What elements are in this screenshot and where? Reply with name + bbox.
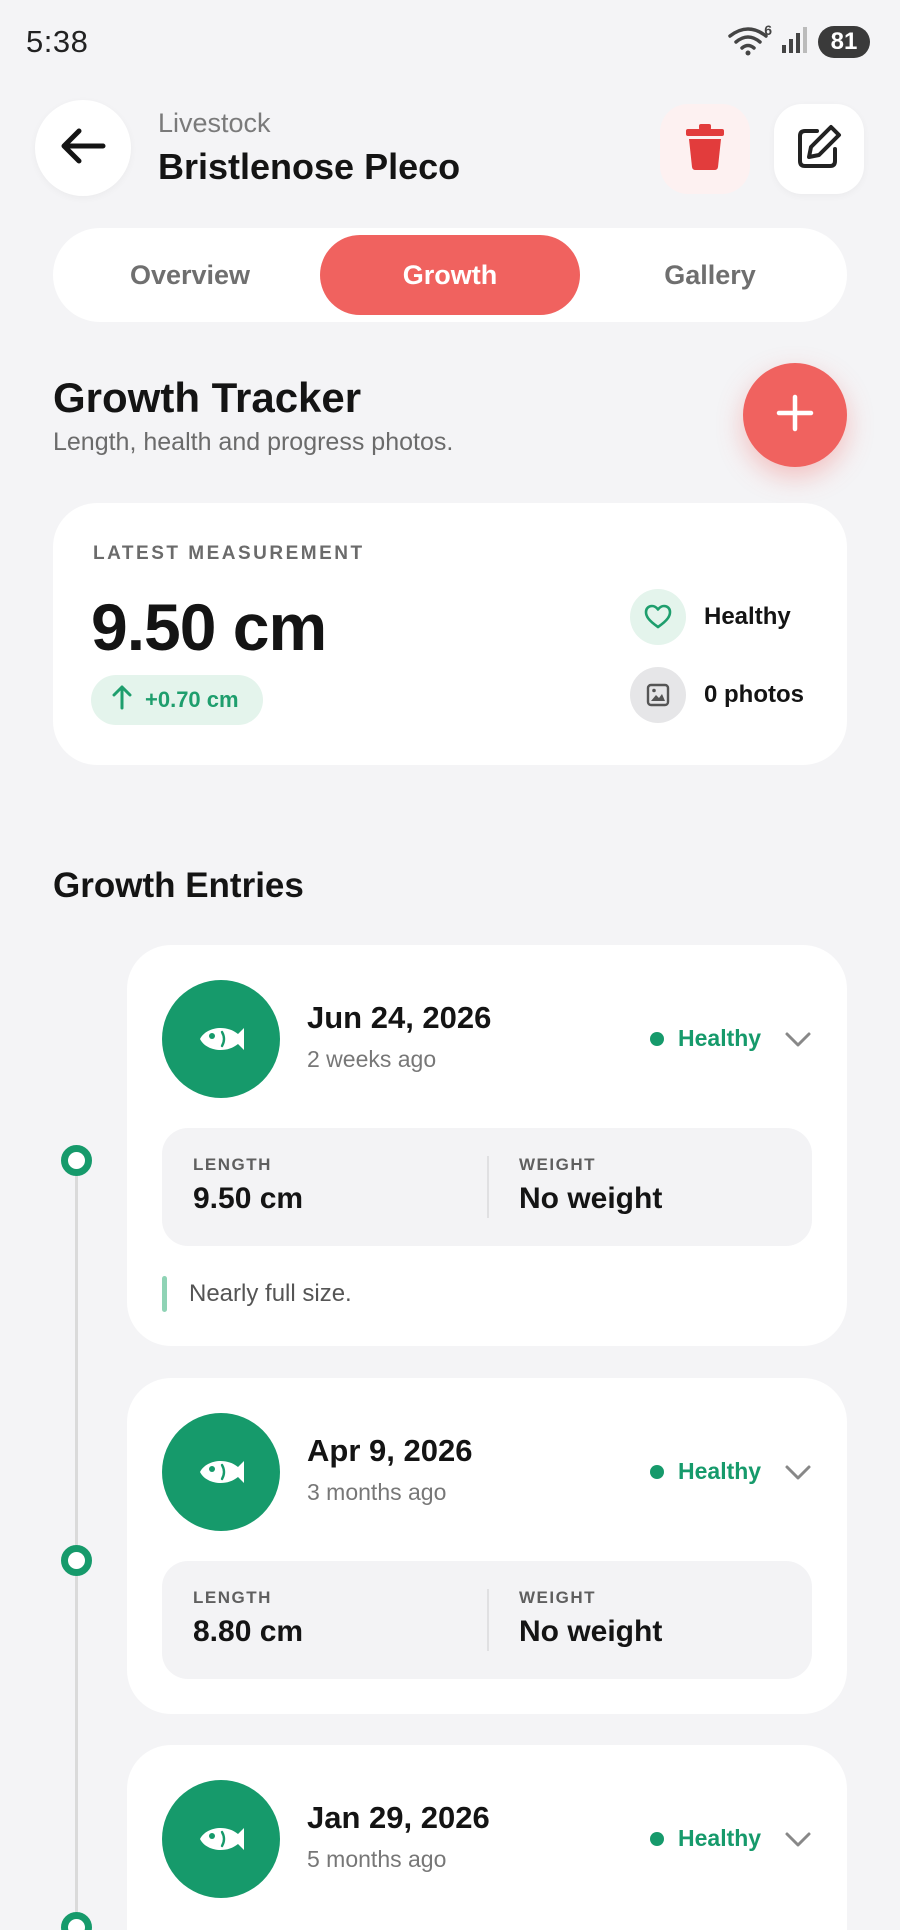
timeline-dot — [61, 1145, 92, 1176]
length-label: LENGTH — [193, 1588, 272, 1607]
status-time: 5:38 — [26, 24, 89, 59]
entry-date: Jan 29, 2026 — [307, 1800, 490, 1835]
tab-overview[interactable]: Overview — [60, 235, 320, 315]
wifi-badge: 6 — [764, 22, 772, 38]
section-subtitle: Length, health and progress photos. — [53, 428, 454, 456]
entries-title: Growth Entries — [53, 866, 304, 905]
growth-delta-badge: +0.70 cm — [91, 675, 263, 725]
status-dot — [650, 1031, 664, 1046]
health-status-label: Healthy — [678, 1025, 762, 1051]
edit-icon — [795, 123, 843, 176]
health-stat: Healthy — [630, 589, 791, 645]
health-status: Healthy — [650, 1025, 761, 1052]
growth-delta-value: +0.70 cm — [145, 687, 239, 712]
tab-bar: Overview Growth Gallery — [53, 228, 847, 322]
timeline-dot — [61, 1545, 92, 1576]
heart-icon — [630, 589, 686, 645]
entry-note-text: Nearly full size. — [189, 1280, 352, 1307]
chevron-down-icon[interactable] — [783, 1825, 813, 1855]
arrow-up-icon — [111, 684, 133, 716]
photos-stat-label: 0 photos — [704, 681, 804, 708]
add-entry-button[interactable] — [743, 363, 847, 467]
entry-relative-time: 2 weeks ago — [307, 1046, 437, 1072]
weight-value: No weight — [519, 1615, 663, 1648]
latest-measurement-card: LATEST MEASUREMENT 9.50 cm +0.70 cm Heal… — [53, 503, 847, 765]
photos-stat: 0 photos — [630, 667, 804, 723]
health-status: Healthy — [650, 1458, 761, 1485]
entry-metrics: LENGTH 8.80 cm WEIGHT No weight — [162, 1561, 812, 1679]
signal-icon — [780, 25, 810, 60]
fish-icon — [162, 980, 280, 1098]
tab-gallery[interactable]: Gallery — [580, 235, 840, 315]
status-dot — [650, 1464, 664, 1479]
length-label: LENGTH — [193, 1155, 272, 1174]
chevron-down-icon[interactable] — [783, 1458, 813, 1488]
metric-divider — [487, 1156, 489, 1218]
edit-button[interactable] — [774, 104, 864, 194]
latest-measurement-label: LATEST MEASUREMENT — [93, 543, 365, 564]
arrow-left-icon — [59, 126, 107, 171]
entry-relative-time: 3 months ago — [307, 1479, 447, 1505]
entry-note: Nearly full size. — [162, 1276, 352, 1312]
status-icons: 6 81 — [728, 22, 870, 60]
timeline-dot — [61, 1912, 92, 1930]
metric-divider — [487, 1589, 489, 1651]
chevron-down-icon[interactable] — [783, 1025, 813, 1055]
tab-growth[interactable]: Growth — [320, 235, 580, 315]
note-accent-bar — [162, 1276, 167, 1312]
status-dot — [650, 1831, 664, 1846]
fish-icon — [162, 1780, 280, 1898]
growth-entry-card[interactable]: Jan 29, 2026 5 months ago Healthy — [127, 1745, 847, 1930]
health-stat-label: Healthy — [704, 603, 791, 630]
growth-entry-card[interactable]: Apr 9, 2026 3 months ago Healthy LENGTH … — [127, 1378, 847, 1714]
trash-icon — [685, 123, 725, 176]
status-bar: 5:38 6 81 — [0, 0, 900, 86]
header-subtitle: Livestock — [158, 108, 271, 138]
length-value: 9.50 cm — [193, 1182, 304, 1215]
fish-icon — [162, 1413, 280, 1531]
weight-label: WEIGHT — [519, 1588, 596, 1607]
delete-button[interactable] — [660, 104, 750, 194]
health-status-label: Healthy — [678, 1458, 762, 1484]
latest-measurement-value: 9.50 cm — [91, 590, 327, 664]
entry-relative-time: 5 months ago — [307, 1846, 447, 1872]
weight-value: No weight — [519, 1182, 663, 1215]
entry-metrics: LENGTH 9.50 cm WEIGHT No weight — [162, 1128, 812, 1246]
health-status: Healthy — [650, 1825, 761, 1852]
weight-label: WEIGHT — [519, 1155, 596, 1174]
health-status-label: Healthy — [678, 1825, 762, 1851]
length-value: 8.80 cm — [193, 1615, 304, 1648]
page-title: Bristlenose Pleco — [158, 146, 461, 187]
image-icon — [630, 667, 686, 723]
battery-indicator: 81 — [818, 26, 870, 58]
entry-date: Jun 24, 2026 — [307, 1000, 492, 1035]
growth-entry-card[interactable]: Jun 24, 2026 2 weeks ago Healthy LENGTH … — [127, 945, 847, 1346]
plus-icon — [775, 393, 815, 438]
entry-date: Apr 9, 2026 — [307, 1433, 473, 1468]
section-title: Growth Tracker — [53, 374, 362, 421]
wifi-icon: 6 — [728, 22, 772, 58]
back-button[interactable] — [35, 100, 131, 196]
